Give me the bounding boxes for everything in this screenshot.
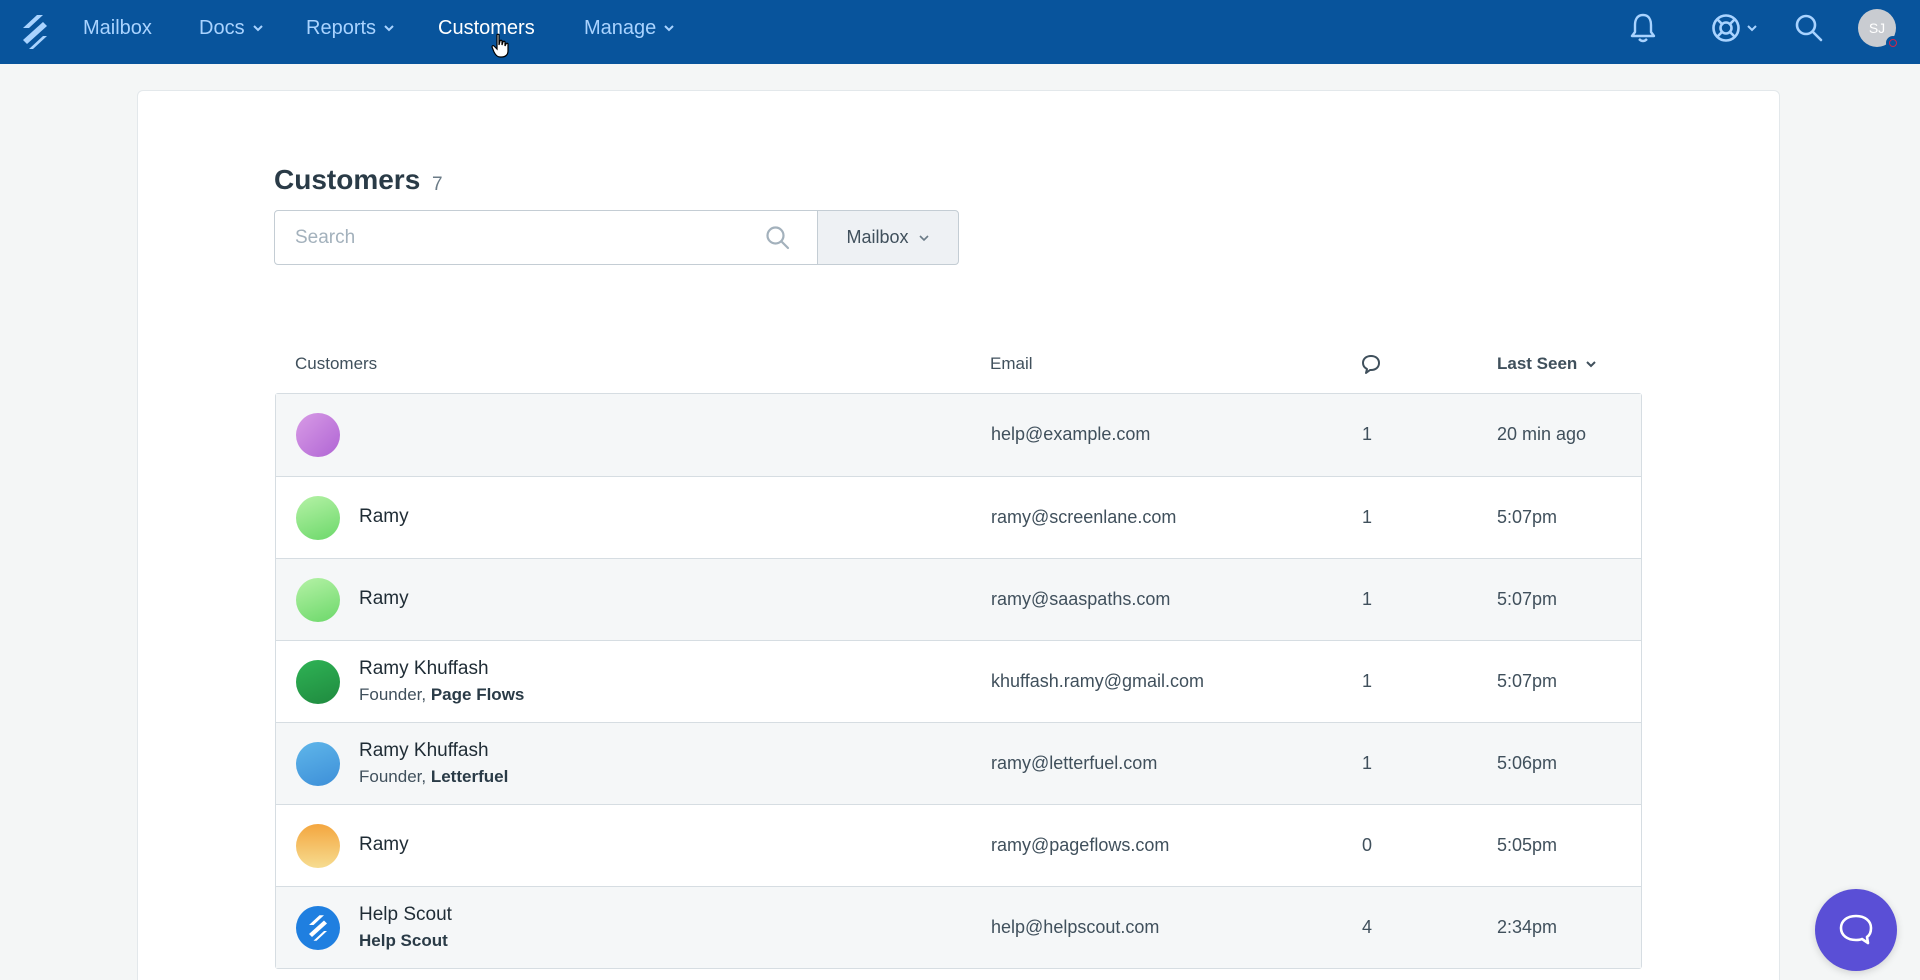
helpscout-logo-icon[interactable] xyxy=(20,12,50,52)
last-seen: 5:07pm xyxy=(1497,507,1558,527)
chevron-down-icon xyxy=(918,234,929,241)
conversation-count: 1 xyxy=(1362,753,1373,773)
customer-email: khuffash.ramy@gmail.com xyxy=(991,671,1205,691)
last-seen: 5:05pm xyxy=(1497,835,1558,855)
bell-icon xyxy=(1630,13,1656,43)
beacon-chat-button[interactable] xyxy=(1815,889,1897,971)
customer-avatar xyxy=(296,413,340,457)
nav-item-mailbox[interactable]: Mailbox xyxy=(83,0,152,56)
search-icon xyxy=(1795,14,1823,42)
customer-title: Founder, Page Flows xyxy=(359,685,525,704)
chevron-down-icon xyxy=(384,25,394,32)
status-indicator xyxy=(1886,36,1900,50)
customer-email: ramy@screenlane.com xyxy=(991,507,1177,527)
nav-item-customers[interactable]: Customers xyxy=(438,0,535,56)
customer-email: help@helpscout.com xyxy=(991,917,1160,937)
table-row[interactable]: Ramy ramy@saaspaths.com 1 5:07pm xyxy=(276,558,1641,640)
customer-avatar xyxy=(296,578,340,622)
chevron-down-icon xyxy=(252,25,263,32)
last-seen: 2:34pm xyxy=(1497,917,1558,937)
last-seen: 5:07pm xyxy=(1497,589,1558,609)
table-row[interactable]: Help Scout Help Scout help@helpscout.com… xyxy=(276,886,1641,968)
nav-item-manage[interactable]: Manage xyxy=(584,0,675,56)
search-input[interactable] xyxy=(275,211,735,264)
last-seen: 5:06pm xyxy=(1497,753,1558,773)
customer-name: Help Scout xyxy=(359,904,452,925)
table-row[interactable]: Ramy Khuffash Founder, Letterfuel ramy@l… xyxy=(276,722,1641,804)
chevron-down-icon xyxy=(664,25,674,32)
table-row[interactable]: Ramy Khuffash Founder, Page Flows khuffa… xyxy=(276,640,1641,722)
lifebuoy-icon xyxy=(1712,14,1740,42)
customer-avatar xyxy=(296,496,340,540)
customer-name: Ramy xyxy=(359,834,409,855)
column-header-last-seen[interactable]: Last Seen xyxy=(1497,354,1597,374)
customer-avatar xyxy=(296,742,340,786)
customer-name: Ramy xyxy=(359,506,409,527)
customer-count: 7 xyxy=(432,174,443,195)
nav-item-docs[interactable]: Docs xyxy=(199,0,264,56)
column-header-conversations[interactable] xyxy=(1360,353,1382,380)
customer-avatar xyxy=(296,906,340,950)
customers-table: help@example.com 1 20 min ago Ramy ramy@… xyxy=(275,393,1642,969)
customer-name: Ramy Khuffash xyxy=(359,658,489,679)
conversation-count: 1 xyxy=(1362,671,1373,691)
customer-company: Help Scout xyxy=(359,931,448,950)
customer-email: ramy@pageflows.com xyxy=(991,835,1170,855)
customer-avatar xyxy=(296,660,340,704)
customer-avatar xyxy=(296,824,340,868)
conversation-count: 1 xyxy=(1362,589,1373,609)
global-search-button[interactable] xyxy=(1794,10,1824,46)
search-field[interactable] xyxy=(274,210,818,265)
chevron-down-icon xyxy=(1586,361,1597,368)
customer-email: ramy@saaspaths.com xyxy=(991,589,1171,609)
page-title: Customers xyxy=(274,164,421,195)
table-row[interactable]: help@example.com 1 20 min ago xyxy=(276,394,1641,476)
conversation-count: 4 xyxy=(1362,917,1373,937)
conversation-count: 1 xyxy=(1362,507,1373,527)
conversation-count: 1 xyxy=(1362,424,1373,444)
conversation-count: 0 xyxy=(1362,835,1373,855)
table-row[interactable]: Ramy ramy@pageflows.com 0 5:05pm xyxy=(276,804,1641,886)
search-icon[interactable] xyxy=(765,225,791,251)
column-header-customers[interactable]: Customers xyxy=(295,354,377,374)
helpscout-logo-icon xyxy=(309,915,327,941)
hand-cursor-icon xyxy=(491,33,509,58)
customer-name: Ramy xyxy=(359,588,409,609)
last-seen: 5:07pm xyxy=(1497,671,1558,691)
chevron-down-icon xyxy=(1747,25,1757,32)
nav-item-reports[interactable]: Reports xyxy=(306,0,395,56)
customer-company: Letterfuel xyxy=(430,767,509,786)
chat-bubble-icon xyxy=(1362,355,1380,374)
customer-title: Help Scout xyxy=(359,931,448,951)
customer-name: Ramy Khuffash xyxy=(359,740,489,761)
help-menu-button[interactable] xyxy=(1710,10,1758,46)
customer-email: ramy@letterfuel.com xyxy=(991,753,1158,773)
top-navigation: Mailbox Docs Reports Customers Manage SJ xyxy=(0,0,1920,64)
mailbox-filter-dropdown[interactable]: Mailbox xyxy=(817,210,959,265)
customer-company: Page Flows xyxy=(430,685,525,704)
customer-email: help@example.com xyxy=(991,424,1151,444)
column-header-email[interactable]: Email xyxy=(990,354,1033,374)
table-row[interactable]: Ramy ramy@screenlane.com 1 5:07pm xyxy=(276,476,1641,558)
notifications-button[interactable] xyxy=(1628,10,1658,46)
last-seen: 20 min ago xyxy=(1497,424,1587,444)
chat-bubble-icon xyxy=(1839,914,1873,945)
customer-title: Founder, Letterfuel xyxy=(359,767,509,786)
